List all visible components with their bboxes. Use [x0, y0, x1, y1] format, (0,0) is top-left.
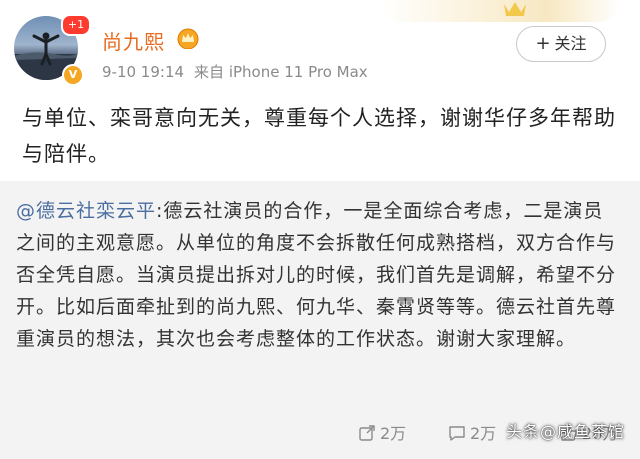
comment-button[interactable]: 2万	[448, 420, 496, 444]
plus-icon: +	[535, 33, 551, 54]
comment-count: 2万	[470, 424, 497, 443]
follow-label: 关注	[554, 34, 587, 53]
repost-button[interactable]: 2万	[358, 420, 406, 444]
crown-decoration-icon	[504, 2, 526, 16]
vip-crown-icon	[177, 28, 199, 49]
verified-icon: V	[62, 64, 84, 86]
post-meta: 9-10 19:14 来自 iPhone 11 Pro Max	[102, 61, 378, 82]
repost-mention-link[interactable]: @德云社栾云平	[16, 200, 156, 222]
post-text: 与单位、栾哥意向无关，尊重每个人选择，谢谢华仔多年帮助与陪伴。	[22, 106, 616, 166]
repost-text-container: @德云社栾云平:德云社演员的合作，一是全面综合考虑，二是演员之间的主观意愿。从单…	[16, 195, 616, 355]
comment-icon	[449, 426, 465, 441]
repost-text: :德云社演员的合作，一是全面综合考虑，二是演员之间的主观意愿。从单位的角度不会拆…	[16, 200, 617, 350]
repost-count: 2万	[380, 424, 407, 443]
avatar-container[interactable]: +1 V	[14, 14, 91, 86]
notification-badge: +1	[61, 14, 91, 36]
watermark: 头条@咸鱼茶馆	[506, 422, 626, 441]
follow-button[interactable]: + 关注	[516, 26, 606, 62]
username[interactable]: 尚九熙	[102, 26, 165, 55]
post-source[interactable]: 来自 iPhone 11 Pro Max	[194, 63, 368, 81]
post-time: 9-10 19:14	[102, 63, 185, 81]
repost-icon	[359, 425, 375, 441]
